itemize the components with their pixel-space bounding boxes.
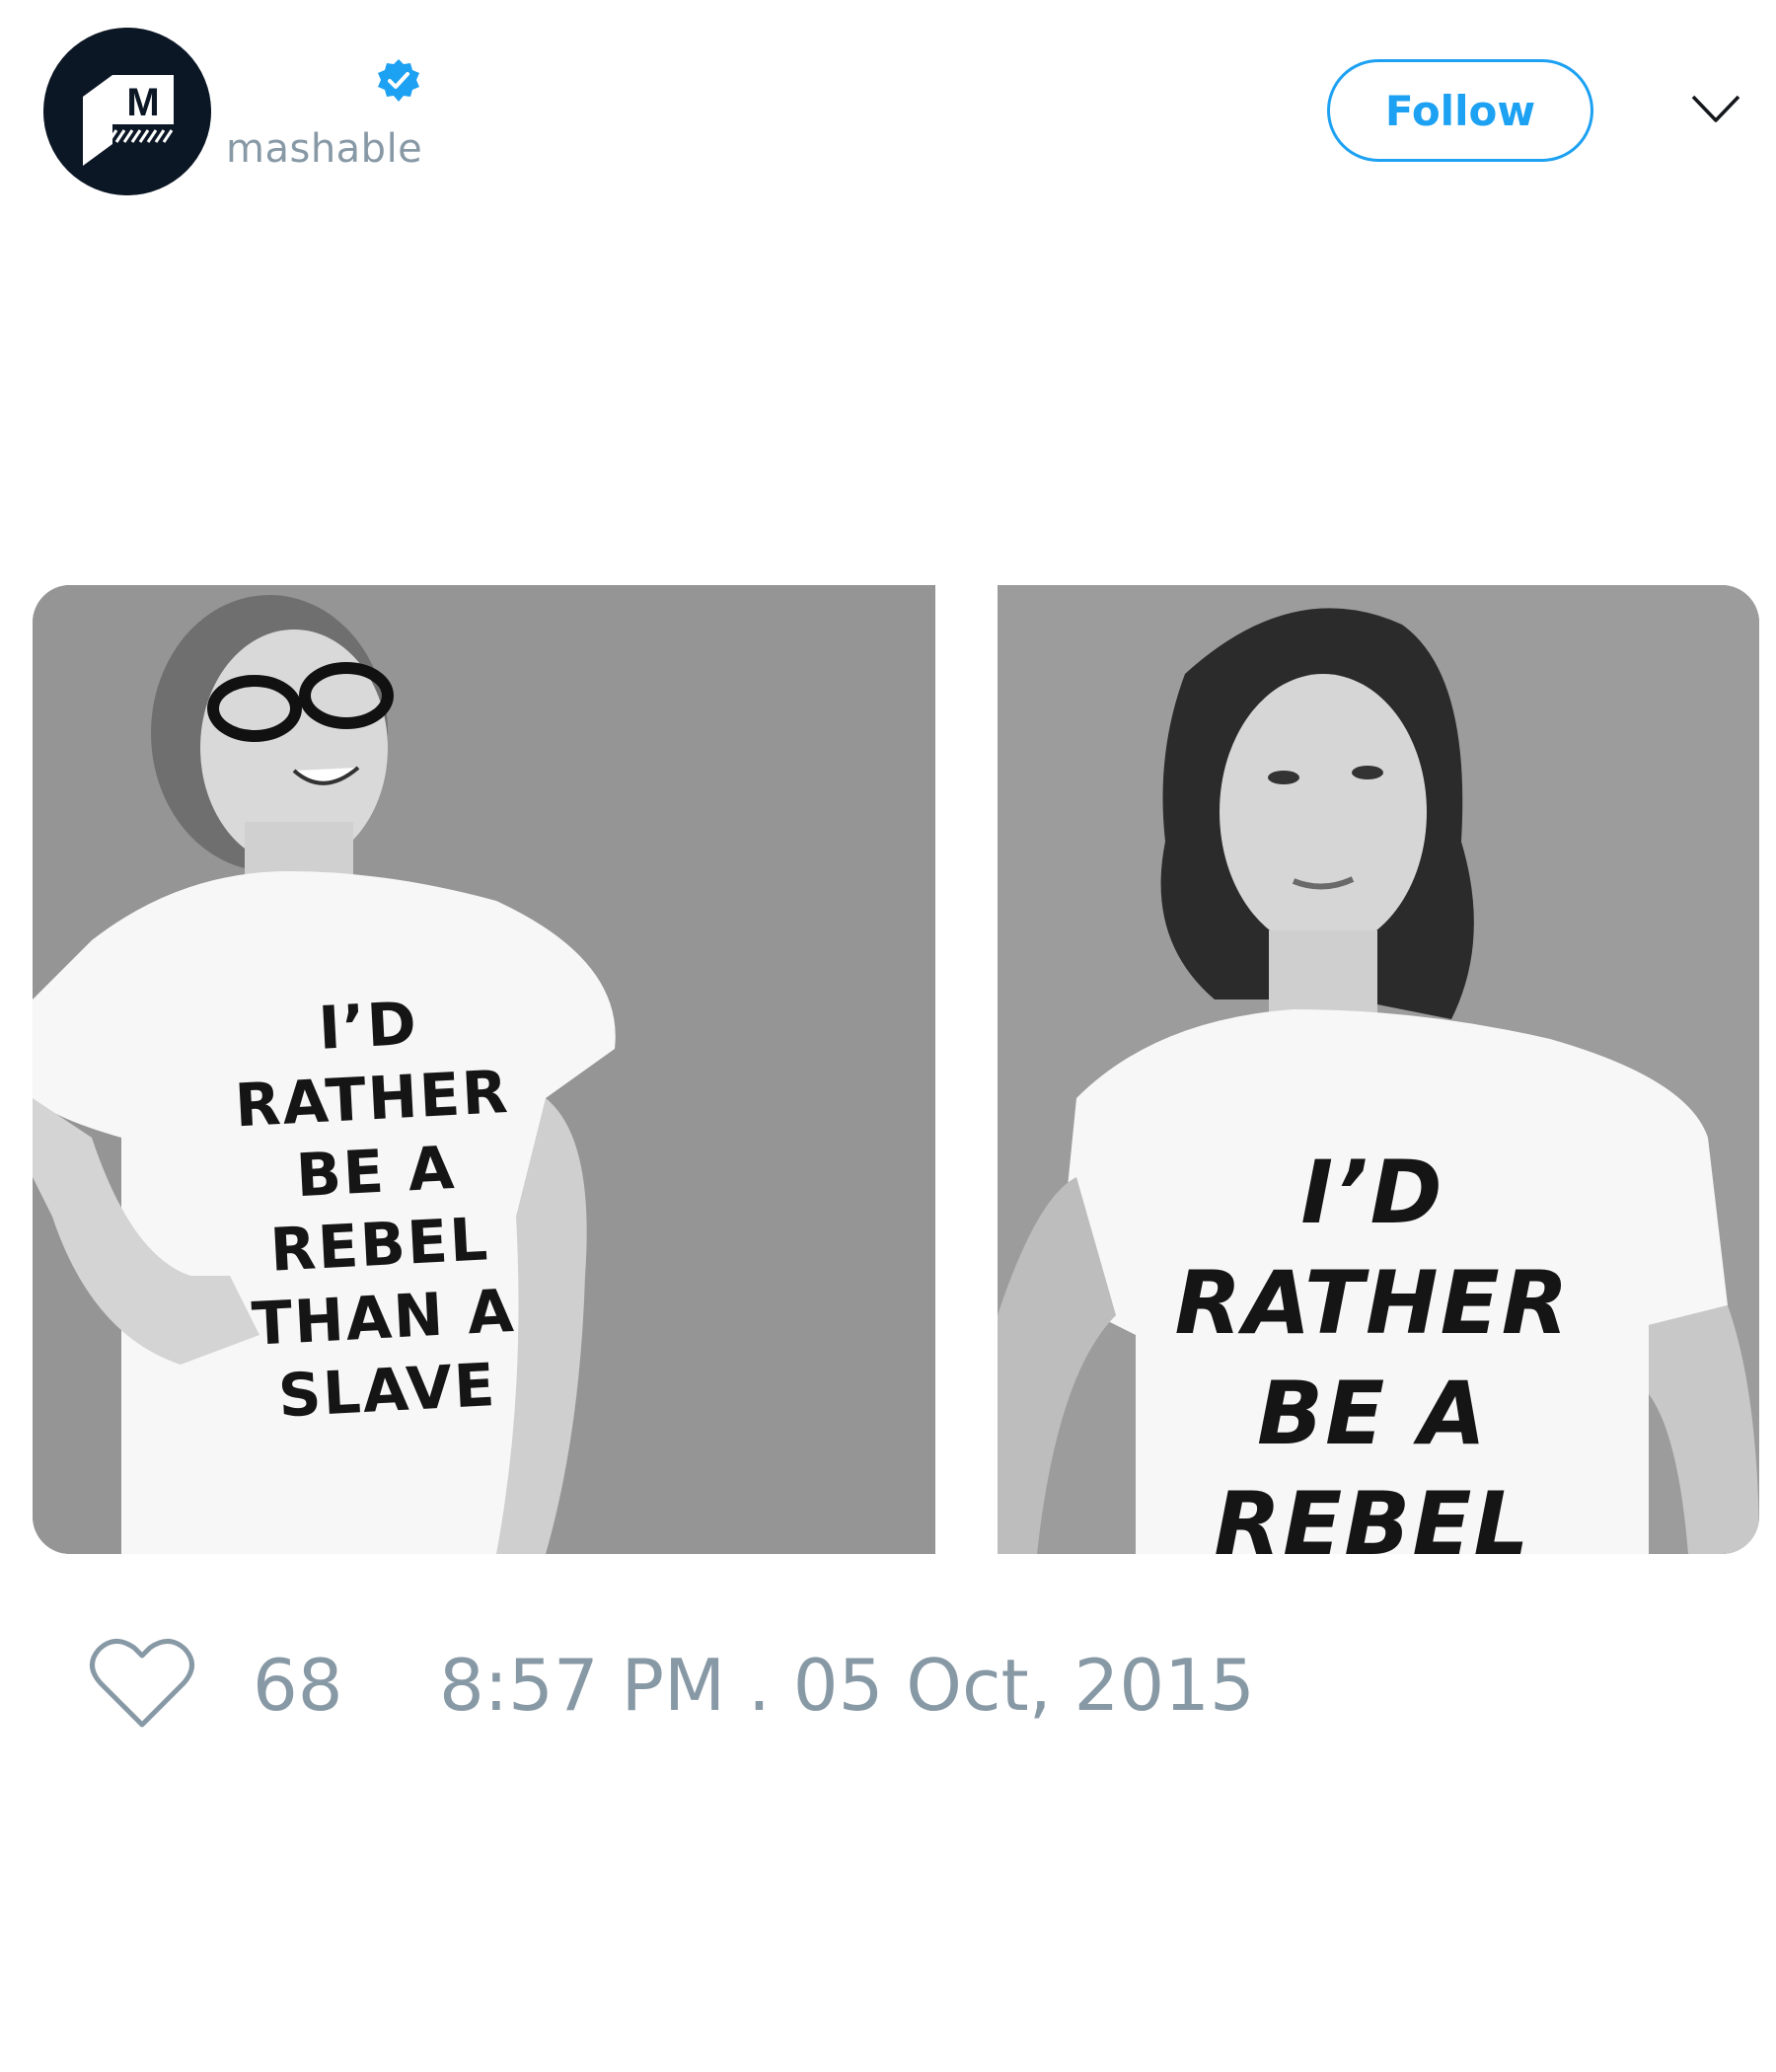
chevron-down-icon[interactable] [1689, 89, 1742, 128]
heart-icon[interactable] [89, 1636, 195, 1731]
follow-button[interactable]: Follow [1327, 59, 1593, 162]
tweet-timestamp[interactable]: 8:57 PM . 05 Oct, 2015 [439, 1644, 1255, 1727]
like-count: 68 [253, 1644, 343, 1727]
tweet-photo-right[interactable]: I’D RATHER BE A REBEL [998, 585, 1759, 1554]
mashable-logo-icon[interactable]: M [43, 28, 211, 195]
tweet-card: M mashable Follow I’D RATHER BE A REBEL … [0, 0, 1776, 2072]
shirt-line: REBEL [1214, 1473, 1531, 1554]
shirt-line: BE A [1257, 1363, 1488, 1464]
verified-badge-icon [375, 57, 422, 105]
shirt-line: I’D [1300, 1142, 1444, 1243]
shirt-text-left: I’D RATHER BE A REBEL THAN A SLAVE [199, 981, 557, 1436]
shirt-text-right: I’D RATHER BE A REBEL [1165, 1138, 1580, 1554]
svg-text:M: M [126, 81, 159, 124]
tweet-photo-left[interactable]: I’D RATHER BE A REBEL THAN A SLAVE [33, 585, 935, 1554]
shirt-line: RATHER [1174, 1252, 1571, 1354]
account-handle[interactable]: mashable [226, 126, 422, 172]
